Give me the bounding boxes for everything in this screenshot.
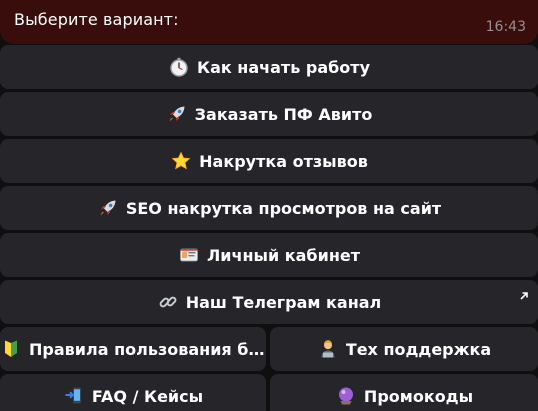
- keyboard-button-label: FAQ / Кейсы: [91, 386, 204, 406]
- rocket-icon: [97, 197, 119, 219]
- crystal-ball-icon: [335, 385, 357, 407]
- keyboard-button-label: SEO накрутка просмотров на сайт: [125, 198, 442, 218]
- inline-keyboard: Как начать работу Заказать ПФ Авито Накр…: [0, 0, 538, 411]
- keyboard-button-promocodes[interactable]: Промокоды: [270, 374, 538, 411]
- keyboard-button-faq[interactable]: FAQ / Кейсы: [0, 374, 266, 411]
- beginner-badge-icon: [0, 338, 22, 360]
- keyboard-button-rules[interactable]: Правила пользования б...: [0, 327, 266, 371]
- keyboard-button-order-pf-avito[interactable]: Заказать ПФ Авито: [0, 92, 538, 136]
- technologist-icon: [317, 338, 339, 360]
- id-card-icon: [178, 244, 200, 266]
- keyboard-button-label: Тех поддержка: [345, 339, 492, 359]
- keyboard-button-label: Накрутка отзывов: [199, 151, 368, 171]
- keyboard-button-label: Промокоды: [363, 386, 474, 406]
- phone-arrow-icon: [63, 385, 85, 407]
- keyboard-button-account[interactable]: Личный кабинет: [0, 233, 538, 277]
- link-icon: [157, 291, 179, 313]
- keyboard-button-label: Заказать ПФ Авито: [194, 104, 373, 124]
- keyboard-button-label: Наш Телеграм канал: [185, 292, 382, 312]
- external-link-arrow-icon: [519, 286, 529, 300]
- keyboard-button-reviews[interactable]: Накрутка отзывов: [0, 139, 538, 183]
- keyboard-button-support[interactable]: Тех поддержка: [270, 327, 538, 371]
- keyboard-button-label: Как начать работу: [196, 57, 370, 77]
- star-icon: [170, 150, 192, 172]
- keyboard-button-label: Правила пользования б...: [29, 339, 266, 359]
- rocket-icon: [166, 103, 188, 125]
- keyboard-button-seo-views[interactable]: SEO накрутка просмотров на сайт: [0, 186, 538, 230]
- stopwatch-icon: [168, 56, 190, 78]
- keyboard-button-telegram-channel[interactable]: Наш Телеграм канал: [0, 280, 538, 324]
- keyboard-button-how-to-start[interactable]: Как начать работу: [0, 45, 538, 89]
- keyboard-button-label: Личный кабинет: [206, 245, 360, 265]
